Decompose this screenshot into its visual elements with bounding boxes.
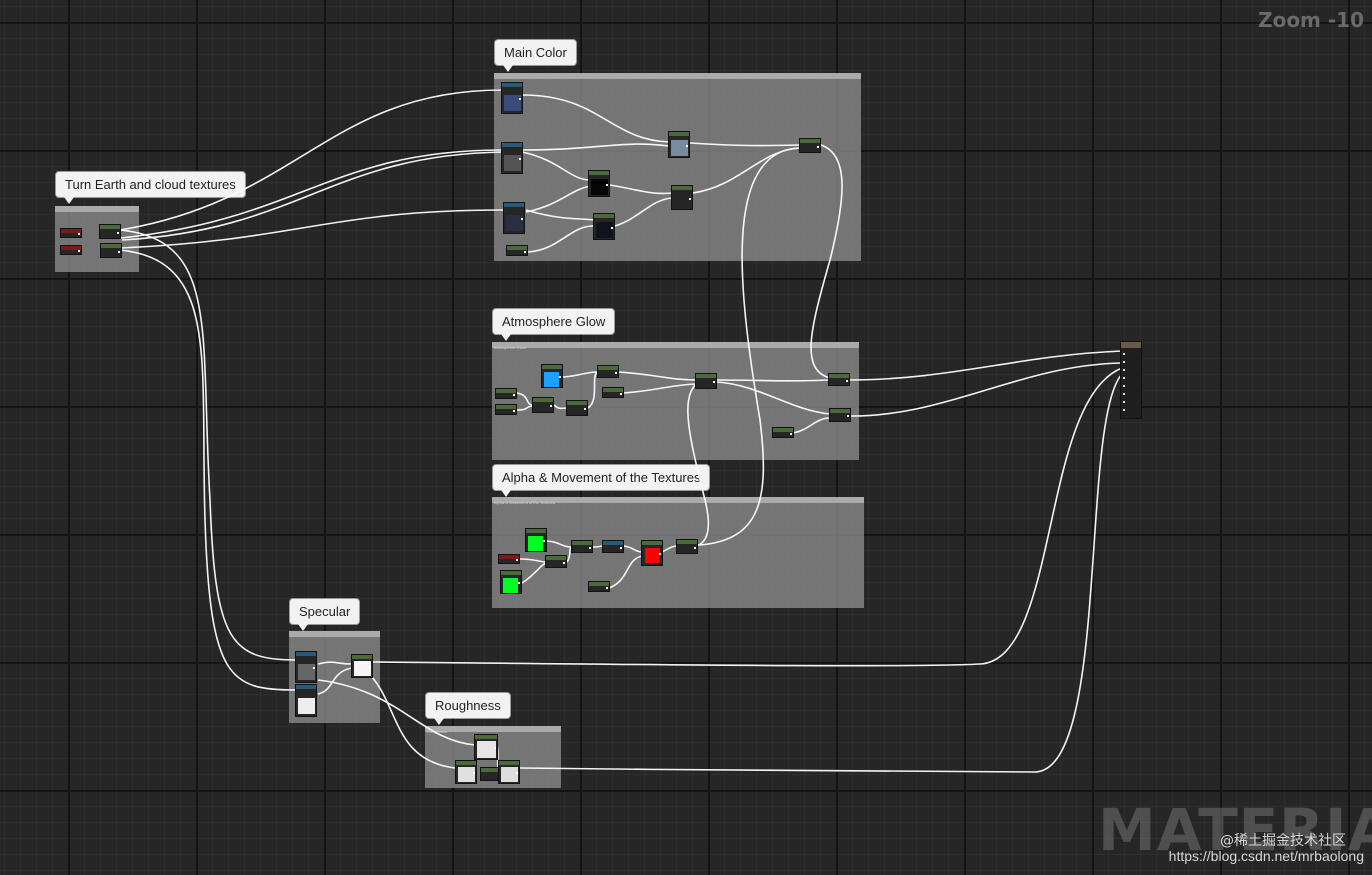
- multiply-node[interactable]: [545, 555, 567, 568]
- wire: [119, 229, 297, 661]
- constant-node[interactable]: [602, 387, 624, 398]
- wire: [525, 209, 596, 221]
- site-watermark: @稀土掘金技术社区: [1220, 833, 1346, 849]
- wire: [521, 94, 670, 143]
- lerp-node[interactable]: [799, 138, 821, 153]
- multiply-node[interactable]: [566, 400, 588, 416]
- wire: [516, 405, 534, 411]
- power-node[interactable]: [532, 397, 554, 413]
- vector-color-node[interactable]: [500, 570, 522, 594]
- multiply-node[interactable]: [593, 213, 615, 240]
- param-node[interactable]: [60, 228, 82, 238]
- wire: [521, 151, 591, 181]
- lerp-node[interactable]: [676, 539, 698, 554]
- wire: [372, 367, 1123, 667]
- panner-node[interactable]: [99, 224, 121, 239]
- wire: [527, 225, 596, 253]
- wire: [661, 545, 678, 553]
- wire: [521, 143, 670, 151]
- wire: [618, 371, 697, 381]
- multiply-node[interactable]: [588, 170, 610, 197]
- wire: [848, 350, 1123, 381]
- wire: [810, 144, 843, 379]
- append-node[interactable]: [602, 540, 624, 553]
- wire: [623, 383, 697, 394]
- add-node[interactable]: [828, 373, 850, 386]
- texture-sample-node[interactable]: [295, 651, 317, 683]
- constant-node[interactable]: [495, 404, 517, 415]
- wire: [543, 540, 573, 548]
- blog-url-watermark: https://blog.csdn.net/mrbaolong: [1168, 848, 1364, 864]
- texture-sample-node[interactable]: [501, 82, 523, 114]
- wire: [525, 185, 591, 213]
- wire: [317, 661, 353, 665]
- wire: [521, 562, 547, 584]
- multiply-node[interactable]: [498, 760, 520, 784]
- fresnel-node[interactable]: [495, 388, 517, 399]
- wire: [364, 669, 456, 769]
- vector-color-node[interactable]: [541, 364, 563, 388]
- constant-node[interactable]: [588, 581, 610, 592]
- vector-color-node[interactable]: [641, 540, 663, 566]
- texture-sample-node[interactable]: [474, 734, 498, 760]
- wire: [119, 89, 504, 231]
- wire: [516, 392, 534, 406]
- wire: [850, 362, 1123, 417]
- texture-sample-node[interactable]: [503, 202, 525, 234]
- constant-node[interactable]: [772, 427, 794, 438]
- wire: [562, 371, 599, 378]
- wire: [519, 558, 547, 563]
- vector-color-node[interactable]: [525, 528, 547, 552]
- material-result-node[interactable]: [1120, 341, 1142, 419]
- panner-node[interactable]: [100, 243, 122, 258]
- param-node[interactable]: [60, 245, 82, 255]
- wire: [687, 383, 710, 547]
- wire: [519, 373, 1123, 773]
- texture-sample-node[interactable]: [501, 142, 523, 174]
- wire: [689, 142, 801, 147]
- lerp-node[interactable]: [668, 131, 690, 158]
- wire: [623, 545, 643, 553]
- wire: [792, 417, 831, 434]
- wire: [716, 381, 831, 415]
- lerp-node[interactable]: [351, 654, 373, 678]
- constant-node[interactable]: [506, 245, 528, 256]
- one-minus-node[interactable]: [455, 760, 477, 784]
- wire: [614, 197, 673, 227]
- wire: [609, 184, 673, 195]
- wire: [608, 555, 643, 589]
- texture-sample-node[interactable]: [295, 684, 317, 717]
- wire: [699, 147, 801, 546]
- multiply-node[interactable]: [597, 365, 619, 378]
- param-node[interactable]: [498, 554, 520, 564]
- add-node[interactable]: [671, 185, 693, 210]
- wire: [692, 147, 801, 194]
- lerp-node[interactable]: [695, 373, 717, 389]
- add-node[interactable]: [571, 540, 593, 553]
- material-graph-canvas[interactable]: { "zoom_label": "Zoom -10", "comments": …: [0, 0, 1372, 875]
- wire: [716, 379, 829, 382]
- multiply-node[interactable]: [829, 408, 851, 422]
- wire: [317, 679, 476, 746]
